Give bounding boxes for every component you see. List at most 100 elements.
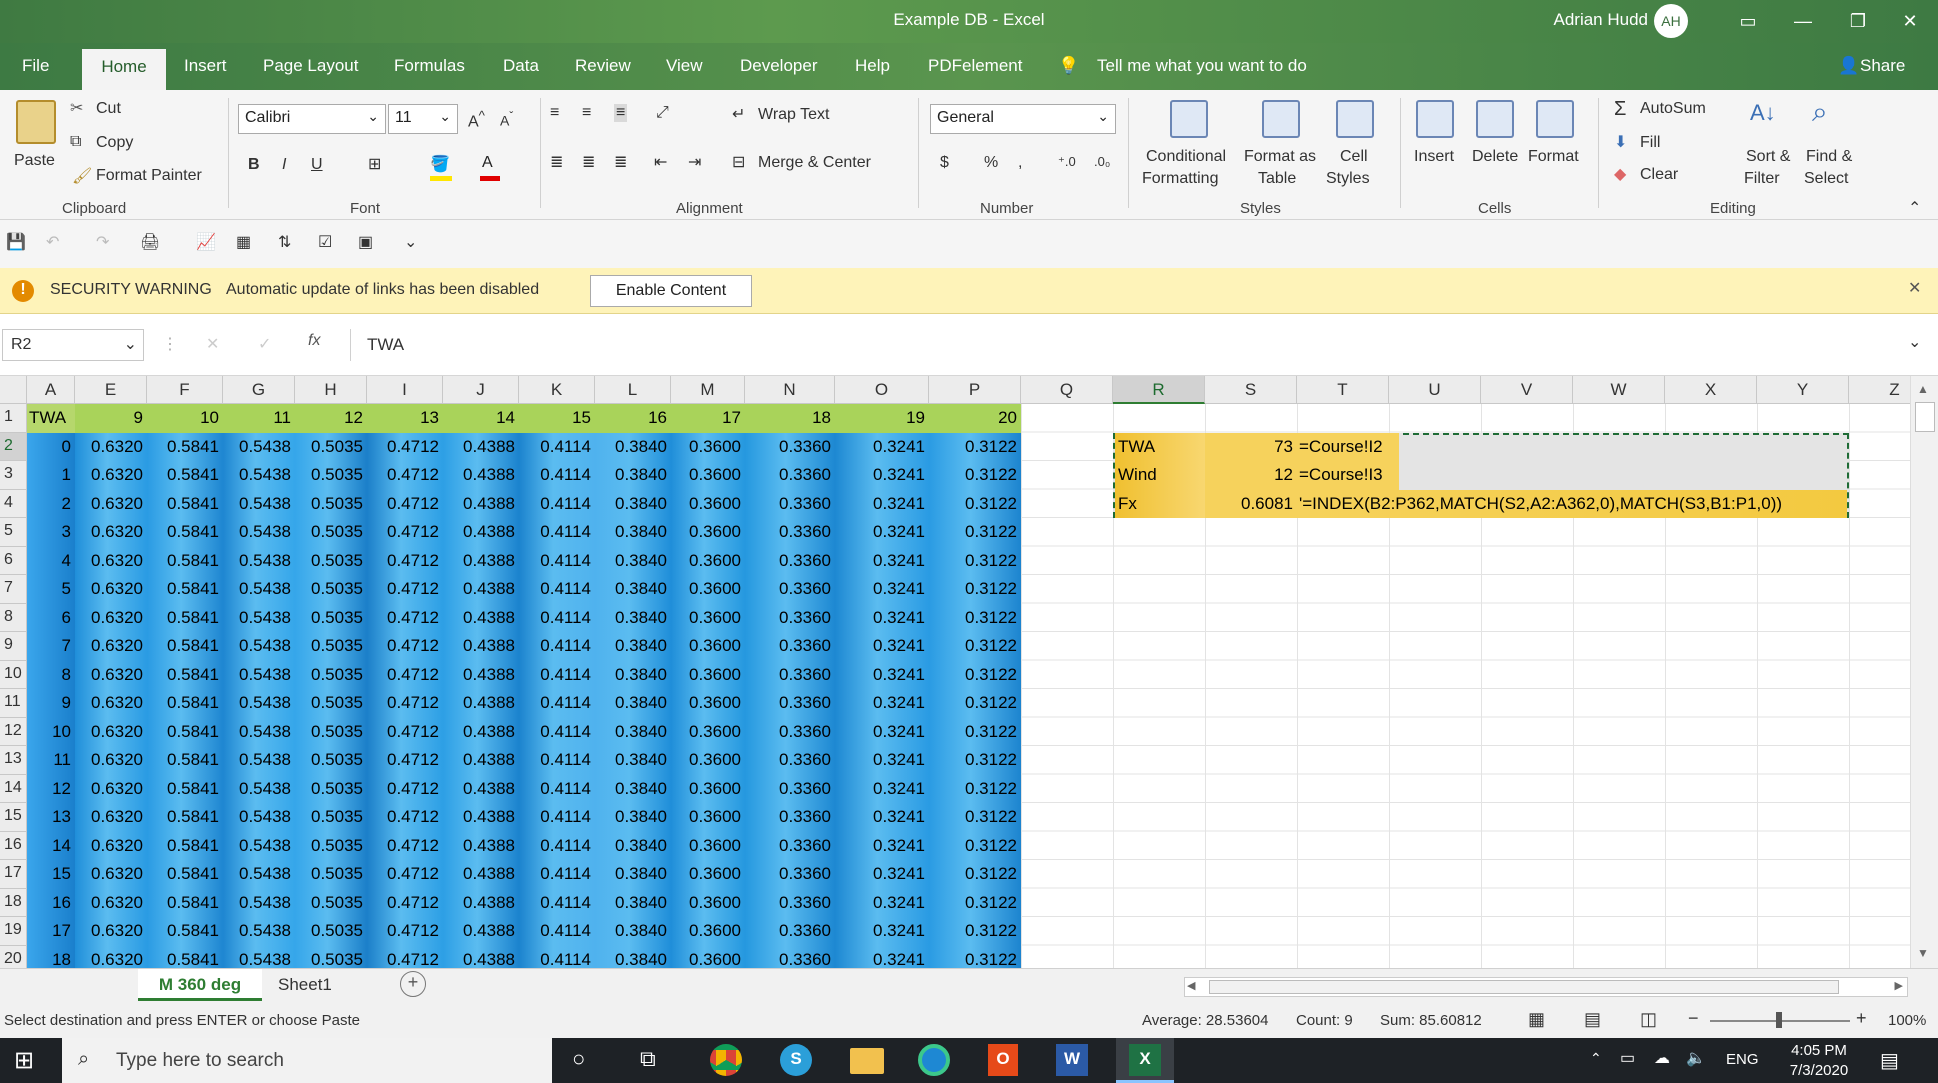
header-cell[interactable]: TWA: [27, 404, 75, 433]
data-cell[interactable]: 0.5035: [295, 831, 367, 860]
lookup-formula[interactable]: '=INDEX(B2:P362,MATCH(S2,A2:A362,0),MATC…: [1297, 489, 1847, 518]
row-header[interactable]: 15: [0, 803, 27, 832]
data-cell[interactable]: 0.3600: [671, 689, 745, 718]
ribbon-display-icon[interactable]: ▭: [1728, 6, 1768, 36]
data-cell[interactable]: 0.5841: [147, 461, 223, 490]
data-cell[interactable]: 0.4388: [443, 860, 519, 889]
print-icon[interactable]: 🖨: [140, 232, 160, 252]
data-cell[interactable]: 0.3840: [595, 660, 671, 689]
conditional-formatting-icon[interactable]: [1170, 100, 1208, 138]
network-icon[interactable]: ▭: [1620, 1048, 1635, 1068]
data-cell[interactable]: 0.4388: [443, 603, 519, 632]
twa-cell[interactable]: 9: [27, 689, 75, 718]
data-cell[interactable]: 0.4712: [367, 917, 443, 946]
conditional-formatting-button[interactable]: Conditional: [1146, 148, 1226, 166]
align-center-icon[interactable]: ≣: [582, 152, 595, 172]
column-header-y[interactable]: Y: [1757, 376, 1849, 404]
data-cell[interactable]: 0.5035: [295, 945, 367, 968]
data-cell[interactable]: 0.3600: [671, 774, 745, 803]
tab-home[interactable]: Home: [82, 49, 166, 90]
column-header-m[interactable]: M: [671, 376, 745, 404]
enable-content-button[interactable]: Enable Content: [590, 275, 752, 307]
data-cell[interactable]: 0.3840: [595, 888, 671, 917]
data-cell[interactable]: 0.3241: [835, 660, 929, 689]
avatar[interactable]: AH: [1654, 4, 1688, 38]
find-select-icon[interactable]: ⌕: [1812, 96, 1828, 129]
data-cell[interactable]: 0.6320: [75, 803, 147, 832]
data-cell[interactable]: 0.6320: [75, 461, 147, 490]
column-header-j[interactable]: J: [443, 376, 519, 404]
data-cell[interactable]: 0.3360: [745, 632, 835, 661]
data-cell[interactable]: 0.4712: [367, 489, 443, 518]
data-cell[interactable]: 0.5035: [295, 546, 367, 575]
data-cell[interactable]: 0.3360: [745, 803, 835, 832]
data-cell[interactable]: 0.3840: [595, 461, 671, 490]
data-cell[interactable]: 0.5841: [147, 945, 223, 968]
pivot-icon[interactable]: ▣: [358, 232, 373, 252]
scroll-left-icon[interactable]: ◀: [1187, 979, 1195, 992]
data-cell[interactable]: 0.3122: [929, 660, 1021, 689]
data-cell[interactable]: 0.3600: [671, 945, 745, 968]
data-cell[interactable]: 0.3122: [929, 461, 1021, 490]
data-cell[interactable]: 0.5035: [295, 660, 367, 689]
data-cell[interactable]: 0.3122: [929, 746, 1021, 775]
data-cell[interactable]: 0.5841: [147, 717, 223, 746]
data-cell[interactable]: 0.5438: [223, 888, 295, 917]
sort-icon[interactable]: ⇅: [278, 232, 291, 252]
tab-formulas[interactable]: Formulas: [394, 56, 465, 76]
font-color-icon[interactable]: A: [482, 154, 493, 172]
skype-icon[interactable]: S: [780, 1044, 812, 1076]
format-painter-button[interactable]: Format Painter: [96, 167, 202, 185]
tab-help[interactable]: Help: [855, 56, 890, 76]
page-layout-view-icon[interactable]: ▤: [1584, 1009, 1601, 1030]
row-header[interactable]: 8: [0, 603, 27, 632]
delete-cells-icon[interactable]: [1476, 100, 1514, 138]
new-sheet-icon[interactable]: +: [400, 971, 426, 997]
column-header-x[interactable]: X: [1665, 376, 1757, 404]
data-cell[interactable]: 0.4388: [443, 432, 519, 461]
merge-center-button[interactable]: Merge & Center: [758, 154, 871, 172]
minimize-icon[interactable]: —: [1783, 6, 1823, 36]
column-header-q[interactable]: Q: [1021, 376, 1113, 404]
header-cell[interactable]: 9: [75, 404, 147, 433]
form-icon[interactable]: ☑: [318, 232, 332, 252]
data-cell[interactable]: 0.3840: [595, 432, 671, 461]
data-cell[interactable]: 0.4114: [519, 917, 595, 946]
data-cell[interactable]: 0.4388: [443, 546, 519, 575]
data-cell[interactable]: 0.3241: [835, 746, 929, 775]
data-cell[interactable]: 0.4712: [367, 774, 443, 803]
data-cell[interactable]: 0.6320: [75, 546, 147, 575]
page-break-view-icon[interactable]: ◫: [1640, 1009, 1657, 1030]
fill-color-icon[interactable]: 🪣: [430, 154, 450, 174]
data-cell[interactable]: 0.3360: [745, 717, 835, 746]
data-cell[interactable]: 0.5841: [147, 803, 223, 832]
data-cell[interactable]: 0.6320: [75, 632, 147, 661]
data-cell[interactable]: 0.5841: [147, 432, 223, 461]
sort-filter-icon[interactable]: A↓: [1750, 100, 1776, 126]
data-cell[interactable]: 0.3122: [929, 518, 1021, 547]
data-cell[interactable]: 0.3600: [671, 831, 745, 860]
header-cell[interactable]: 16: [595, 404, 671, 433]
data-cell[interactable]: 0.4712: [367, 461, 443, 490]
twa-cell[interactable]: 3: [27, 518, 75, 547]
data-cell[interactable]: 0.4712: [367, 603, 443, 632]
data-cell[interactable]: 0.3122: [929, 860, 1021, 889]
data-cell[interactable]: 0.3122: [929, 546, 1021, 575]
data-cell[interactable]: 0.4712: [367, 945, 443, 968]
data-cell[interactable]: 0.4388: [443, 746, 519, 775]
data-cell[interactable]: 0.3241: [835, 803, 929, 832]
tell-me-box[interactable]: Tell me what you want to do: [1097, 56, 1307, 76]
data-cell[interactable]: 0.3122: [929, 774, 1021, 803]
cloud-icon[interactable]: ☁: [1654, 1048, 1670, 1068]
cell-styles-button[interactable]: Cell: [1340, 148, 1368, 166]
lookup-value[interactable]: 12: [1205, 461, 1297, 490]
cut-button[interactable]: Cut: [96, 100, 121, 118]
data-cell[interactable]: 0.6320: [75, 432, 147, 461]
number-format-combo[interactable]: General ⌄: [930, 104, 1116, 134]
customize-qat-icon[interactable]: ⌄: [404, 232, 417, 252]
expand-formula-icon[interactable]: ⌄: [1908, 332, 1921, 352]
data-cell[interactable]: 0.4712: [367, 546, 443, 575]
table-icon[interactable]: ▦: [236, 232, 251, 252]
language-indicator[interactable]: ENG: [1726, 1051, 1759, 1068]
data-cell[interactable]: 0.4712: [367, 746, 443, 775]
